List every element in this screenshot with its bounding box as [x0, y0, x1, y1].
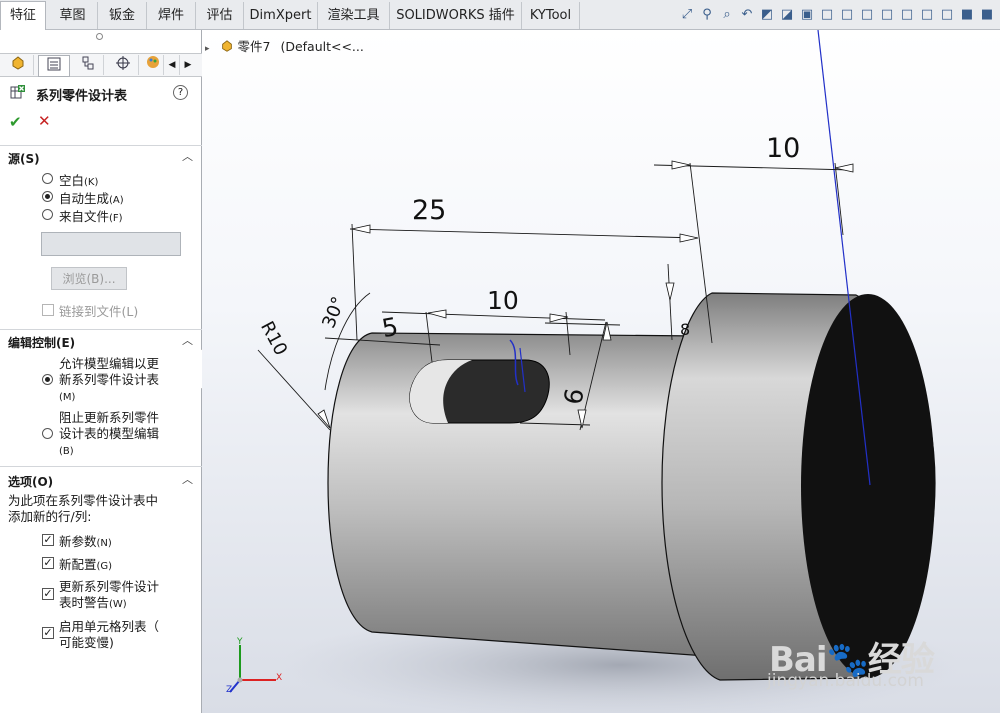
- cube-icon[interactable]: □: [878, 6, 896, 24]
- display-manager-icon[interactable]: [143, 55, 164, 75]
- scroll-left-icon[interactable]: ◀: [165, 55, 180, 75]
- feature-manager-icon[interactable]: [3, 55, 34, 75]
- ok-button[interactable]: ✔: [9, 113, 22, 131]
- radio-allow-model-edits[interactable]: [42, 374, 53, 385]
- zoom-selection-icon[interactable]: ⌕: [718, 6, 736, 24]
- help-icon[interactable]: ?: [173, 85, 188, 100]
- property-manager-panel: ◀ ▶ 系列零件设计表 ? ✔ ✕ 源(S) ︿ 空白(K) 自动生成(A) 来…: [0, 30, 202, 713]
- panel-grip[interactable]: [96, 33, 103, 40]
- dimension-10-slot[interactable]: 10: [487, 286, 519, 315]
- tab-evaluate[interactable]: 评估: [196, 2, 244, 29]
- cube-icon[interactable]: □: [898, 6, 916, 24]
- page-title: 系列零件设计表: [36, 89, 128, 104]
- triad-x-label: X: [276, 673, 283, 683]
- collapse-icon[interactable]: ︿: [182, 471, 193, 487]
- collapse-icon[interactable]: ︿: [182, 332, 193, 348]
- cube-icon[interactable]: □: [818, 6, 836, 24]
- dimxpert-manager-icon[interactable]: [108, 55, 139, 75]
- radio-allow-model-edits-label: 允许模型编辑以更 新系列零件设计表 (M): [59, 356, 160, 403]
- new-configurations-label: 新配置(G): [59, 557, 113, 572]
- radio-auto-generate[interactable]: [42, 191, 53, 202]
- warn-on-update-checkbox[interactable]: ✓: [42, 588, 54, 600]
- solid-cube-icon[interactable]: ■: [958, 6, 976, 24]
- tab-weldments[interactable]: 焊件: [147, 2, 196, 29]
- new-parameters-checkbox[interactable]: ✓: [42, 534, 54, 546]
- file-path-field[interactable]: [41, 232, 181, 256]
- part-icon: [221, 40, 232, 52]
- warn-on-update-label: 更新系列零件设计 表时警告(W): [59, 579, 160, 610]
- divider: [0, 145, 202, 146]
- section-view-icon[interactable]: ◩: [758, 6, 776, 24]
- shaft-end-face[interactable]: [801, 294, 935, 678]
- flyout-feature-tree[interactable]: ▸ 零件7 (Default<<...: [205, 36, 364, 55]
- cube-icon[interactable]: □: [858, 6, 876, 24]
- radio-block-model-edits-label: 阻止更新系列零件 设计表的模型编辑 (B): [59, 410, 160, 457]
- property-manager-icon[interactable]: [38, 55, 70, 77]
- dimension-10-top[interactable]: 10: [766, 133, 800, 164]
- dimension-25[interactable]: 25: [412, 195, 446, 226]
- cube-icon[interactable]: □: [838, 6, 856, 24]
- section-heading-edit-control: 编辑控制(E): [8, 336, 76, 350]
- triad-y-label: Y: [237, 637, 243, 647]
- section-heading-options: 选项(O): [8, 475, 54, 489]
- solid-cube-icon[interactable]: ■: [978, 6, 996, 24]
- display-style-icon[interactable]: ▣: [798, 6, 816, 24]
- view-orientation-icon[interactable]: ◪: [778, 6, 796, 24]
- enable-cell-list-label: 启用单元格列表（ 可能变慢): [59, 619, 160, 650]
- radio-blank[interactable]: [42, 173, 53, 184]
- radio-blank-label: 空白(K): [59, 173, 99, 188]
- design-table-icon: [10, 85, 25, 99]
- part-configuration: (Default<<...: [280, 39, 364, 54]
- configuration-manager-icon[interactable]: [73, 55, 104, 75]
- tab-solidworks-addins[interactable]: SOLIDWORKS 插件: [390, 2, 522, 29]
- manager-tabs: ◀ ▶: [0, 53, 202, 77]
- divider: [0, 329, 202, 330]
- zoom-fit-icon[interactable]: ⤢: [678, 6, 696, 24]
- options-description: 为此项在系列零件设计表中 添加新的行/列:: [8, 493, 159, 524]
- section-heading-source: 源(S): [8, 152, 40, 166]
- graphics-area[interactable]: 25 10 10 5 6 R10 30° 8 X Y Z: [202, 30, 1000, 713]
- enable-cell-list-checkbox[interactable]: ✓: [42, 627, 54, 639]
- radio-from-file[interactable]: [42, 209, 53, 220]
- radio-from-file-label: 来自文件(F): [59, 209, 123, 224]
- scroll-right-icon[interactable]: ▶: [181, 55, 195, 75]
- radio-auto-generate-label: 自动生成(A): [59, 191, 124, 206]
- tab-kytool[interactable]: KYTool: [522, 2, 580, 29]
- browse-button[interactable]: 浏览(B)...: [51, 267, 127, 290]
- watermark-url: jingyan.baidu.com: [767, 671, 924, 691]
- cancel-button[interactable]: ✕: [38, 112, 51, 130]
- divider: [0, 466, 202, 467]
- dimension-small[interactable]: 8: [680, 320, 690, 339]
- part-model[interactable]: [202, 30, 1000, 713]
- tab-render-tools[interactable]: 渲染工具: [318, 2, 390, 29]
- new-configurations-checkbox[interactable]: ✓: [42, 557, 54, 569]
- previous-view-icon[interactable]: ↶: [738, 6, 756, 24]
- link-to-file-label: 链接到文件(L): [59, 304, 139, 319]
- collapse-icon[interactable]: ︿: [182, 148, 193, 164]
- part-name: 零件7: [237, 39, 271, 54]
- tab-sheet-metal[interactable]: 钣金: [98, 2, 147, 29]
- tab-sketch[interactable]: 草图: [48, 2, 98, 29]
- zoom-area-icon[interactable]: ⚲: [698, 6, 716, 24]
- tab-dimxpert[interactable]: DimXpert: [244, 2, 318, 29]
- orientation-triad: [229, 645, 276, 693]
- tab-features[interactable]: 特征: [0, 1, 46, 30]
- triad-z-label: Z: [226, 685, 233, 695]
- expand-arrow-icon[interactable]: ▸: [205, 44, 210, 54]
- new-parameters-label: 新参数(N): [59, 534, 112, 549]
- radio-block-model-edits[interactable]: [42, 428, 53, 439]
- cube-icon[interactable]: □: [938, 6, 956, 24]
- cube-icon[interactable]: □: [918, 6, 936, 24]
- link-to-file-checkbox[interactable]: [42, 304, 54, 316]
